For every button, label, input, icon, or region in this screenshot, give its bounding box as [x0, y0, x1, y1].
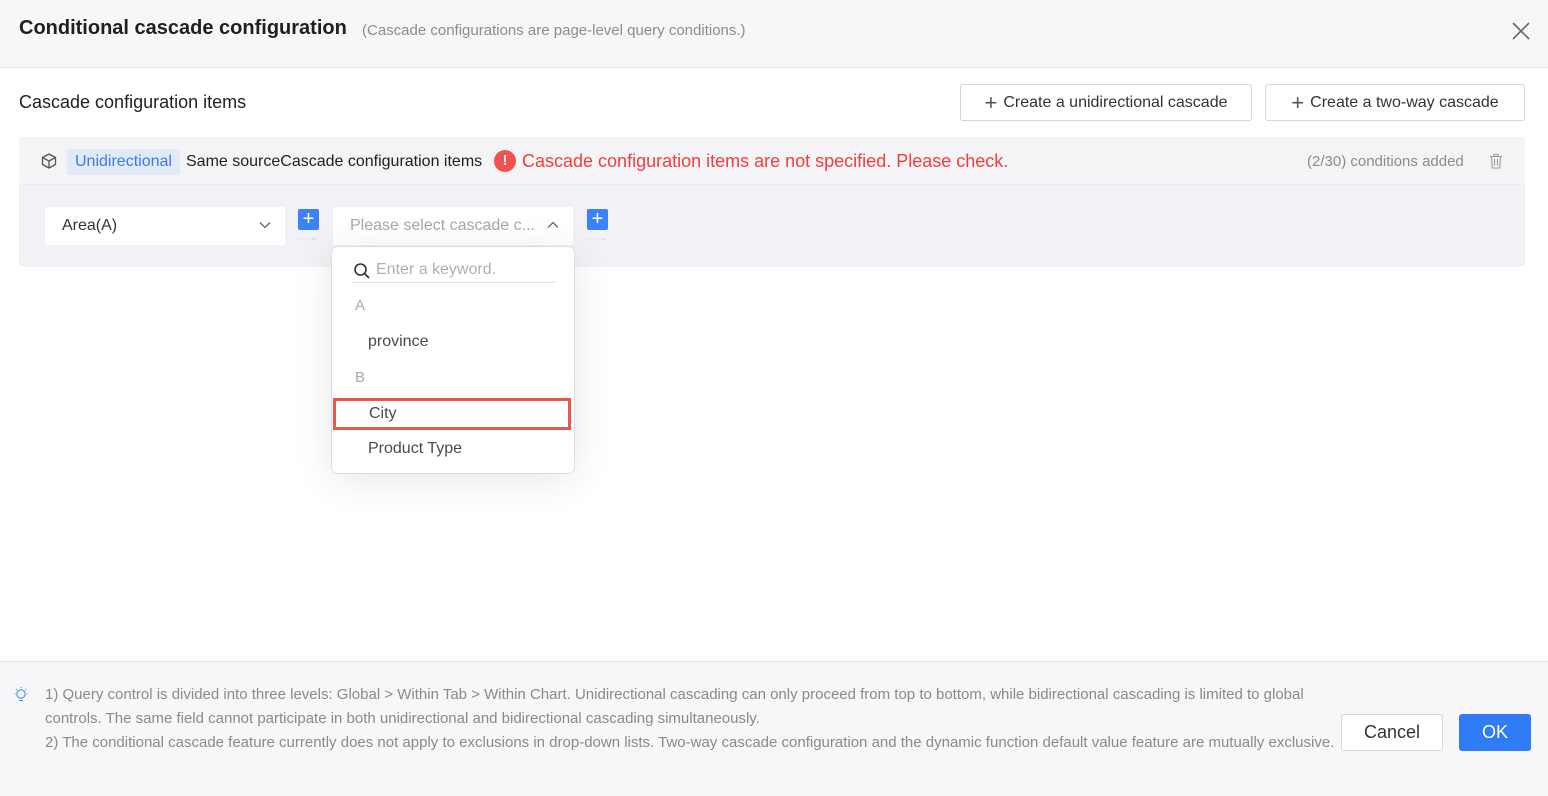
area-select[interactable]: Area(A) — [45, 207, 285, 245]
card-header: Unidirectional Same sourceCascade config… — [19, 137, 1525, 185]
error-message: Cascade configuration items are not spec… — [522, 151, 1009, 171]
trash-icon[interactable] — [1489, 153, 1503, 169]
group-label-b: B — [355, 369, 366, 386]
dialog-title: Conditional cascade configuration — [19, 17, 347, 39]
create-two-way-cascade-button[interactable]: + Create a two-way cascade — [1265, 84, 1525, 121]
footer-note-1: 1) Query control is divided into three l… — [45, 686, 1304, 727]
area-select-value: Area(A) — [62, 217, 118, 234]
group-label-a: A — [355, 297, 366, 314]
unidirectional-tag: Unidirectional — [67, 149, 180, 175]
create-unidirectional-cascade-button[interactable]: + Create a unidirectional cascade — [960, 84, 1252, 121]
search-icon — [354, 263, 370, 279]
cancel-button[interactable]: Cancel — [1341, 714, 1443, 751]
cube-icon — [41, 153, 57, 169]
ok-button[interactable]: OK — [1459, 714, 1531, 751]
plus-icon: + — [984, 89, 998, 115]
cascade-config-dialog: Conditional cascade configuration (Casca… — [0, 0, 1548, 796]
footer-note-2: 2) The conditional cascade feature curre… — [45, 734, 1335, 751]
lightbulb-icon — [14, 687, 28, 702]
create-unidirectional-label: Create a unidirectional cascade — [1003, 93, 1228, 111]
dialog-header: Conditional cascade configuration (Casca… — [0, 0, 1548, 68]
close-icon[interactable] — [1508, 18, 1534, 44]
cascade-select[interactable]: Please select cascade c... — [333, 207, 573, 245]
dialog-footer: 1) Query control is divided into three l… — [0, 661, 1548, 796]
option-city[interactable]: City — [333, 398, 571, 430]
dashed-arrow-icon — [586, 238, 606, 240]
error-icon: ! — [494, 150, 516, 172]
keyword-search-input[interactable] — [376, 259, 554, 281]
option-province[interactable]: province — [332, 326, 574, 358]
cascade-select-placeholder: Please select cascade c... — [350, 217, 535, 234]
chevron-down-icon — [259, 222, 271, 229]
same-source-label: Same sourceCascade configuration items — [186, 153, 483, 170]
cascade-dropdown: A province B City Product Type — [332, 247, 574, 473]
dropdown-search — [351, 253, 555, 283]
chevron-up-icon — [547, 221, 559, 228]
cascade-config-card: Unidirectional Same sourceCascade config… — [19, 137, 1525, 267]
add-condition-button[interactable]: + — [587, 209, 608, 230]
create-two-way-label: Create a two-way cascade — [1310, 93, 1499, 111]
option-product-type[interactable]: Product Type — [332, 433, 574, 465]
section-title: Cascade configuration items — [19, 92, 247, 112]
dashed-arrow-icon — [296, 238, 316, 240]
dialog-subtitle: (Cascade configurations are page-level q… — [362, 22, 746, 39]
plus-icon: + — [1291, 89, 1305, 115]
add-condition-button[interactable]: + — [298, 209, 319, 230]
conditions-count: (2/30) conditions added — [1307, 153, 1464, 170]
